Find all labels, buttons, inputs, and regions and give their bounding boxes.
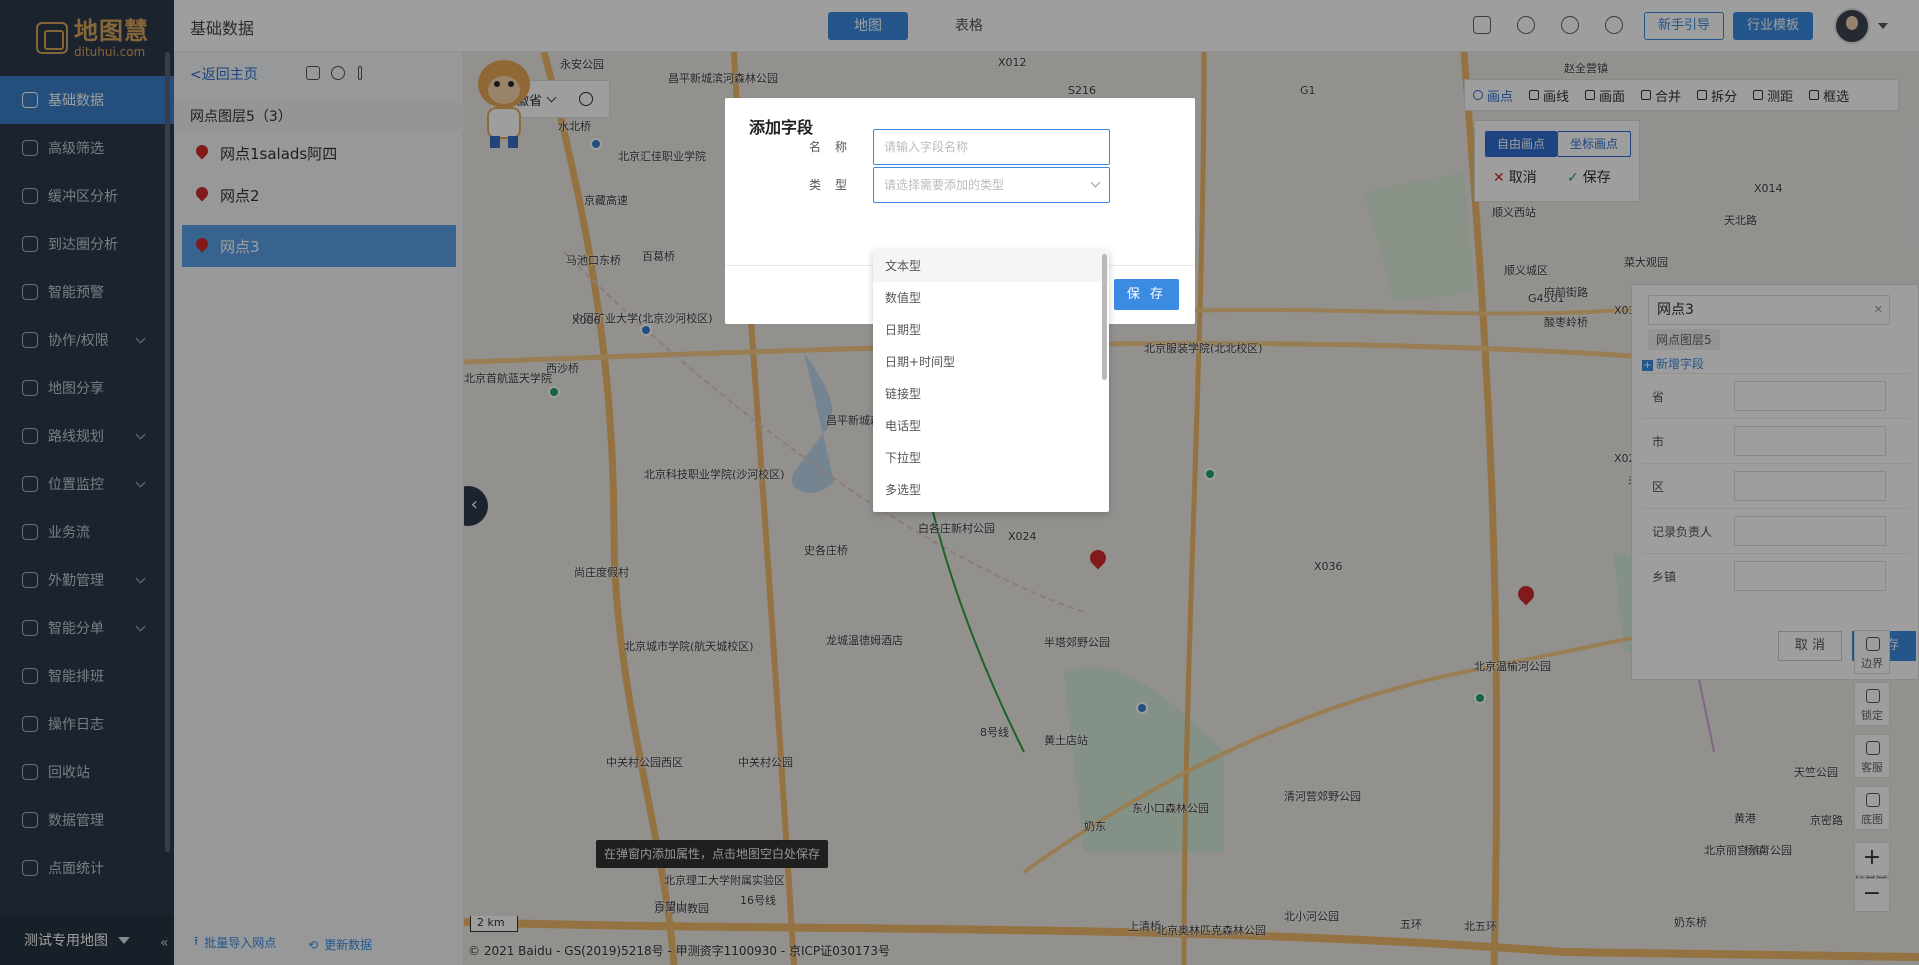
field-type-select[interactable]: 请选择需要添加的类型 — [873, 167, 1110, 203]
type-option[interactable]: 文本型 — [873, 250, 1109, 282]
field-type-dropdown: 文本型 数值型 日期型 日期+时间型 链接型 电话型 下拉型 多选型 — [873, 250, 1109, 512]
type-option[interactable]: 数值型 — [873, 282, 1109, 314]
dialog-title: 添加字段 — [749, 118, 814, 137]
dialog-save-button[interactable]: 保 存 — [1114, 279, 1179, 310]
field-name-input[interactable]: 请输入字段名称 — [873, 129, 1110, 165]
type-label: 类型 — [809, 178, 862, 192]
type-option[interactable]: 下拉型 — [873, 442, 1109, 474]
name-label: 名称 — [809, 140, 862, 154]
chevron-down-icon — [1090, 177, 1101, 188]
dropdown-scrollbar[interactable] — [1102, 254, 1107, 380]
app-root: 地图慧 dituhui.com 基础数据 高级筛选 缓冲区分析 到达圈分析 智能预警 协作… — [0, 0, 1919, 965]
type-option[interactable]: 链接型 — [873, 378, 1109, 410]
type-option[interactable]: 日期型 — [873, 314, 1109, 346]
type-option[interactable]: 电话型 — [873, 410, 1109, 442]
field-type-placeholder: 请选择需要添加的类型 — [884, 178, 1005, 192]
type-option[interactable]: 多选型 — [873, 474, 1109, 506]
type-option[interactable]: 日期+时间型 — [873, 346, 1109, 378]
